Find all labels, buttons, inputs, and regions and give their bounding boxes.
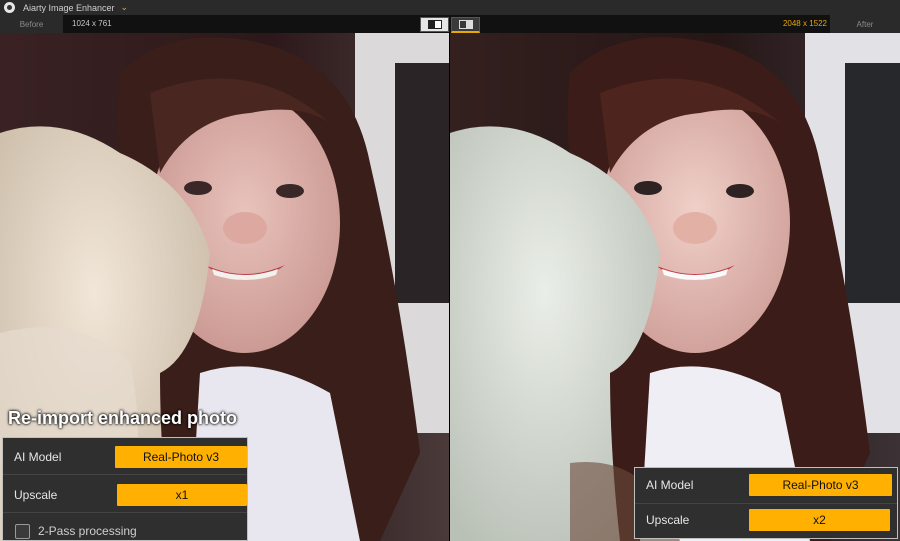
title-bar: Aiarty Image Enhancer ⌄ xyxy=(0,0,900,15)
upscale-select[interactable]: x2 xyxy=(749,509,890,531)
before-settings-panel: AI Model Real-Photo v3 Upscale x1 2-Pass… xyxy=(2,437,248,541)
ai-model-label: AI Model xyxy=(14,450,62,464)
two-pass-label: 2-Pass processing xyxy=(38,524,137,538)
divider xyxy=(3,474,247,475)
after-tab[interactable]: After xyxy=(830,15,900,33)
ai-model-row: AI Model Real-Photo v3 xyxy=(635,470,897,500)
after-image-pane[interactable] xyxy=(450,33,900,541)
after-photo xyxy=(450,33,900,541)
divider xyxy=(635,503,897,504)
ai-model-label: AI Model xyxy=(646,478,694,492)
side-by-side-button[interactable] xyxy=(451,17,480,33)
upscale-row: Upscale x2 xyxy=(635,505,897,535)
ai-model-row: AI Model Real-Photo v3 xyxy=(3,442,247,472)
after-dimensions: 2048 x 1522 xyxy=(782,19,827,28)
side-by-side-icon xyxy=(458,20,473,29)
upscale-label: Upscale xyxy=(646,513,690,527)
divider xyxy=(3,512,247,513)
compare-bar: Before 1024 x 761 2048 x 1522 After xyxy=(0,15,900,33)
upscale-select[interactable]: x1 xyxy=(117,484,247,506)
ai-model-select[interactable]: Real-Photo v3 xyxy=(749,474,892,496)
upscale-label: Upscale xyxy=(14,488,58,502)
two-pass-checkbox[interactable] xyxy=(15,524,30,539)
app-logo-icon xyxy=(4,2,15,13)
app-title: Aiarty Image Enhancer xyxy=(23,2,115,13)
before-tab[interactable]: Before xyxy=(0,15,63,33)
split-view-button[interactable] xyxy=(420,17,449,32)
ai-model-select[interactable]: Real-Photo v3 xyxy=(115,446,247,468)
split-view-icon xyxy=(427,20,442,29)
before-dimensions: 1024 x 761 xyxy=(72,19,112,28)
upscale-row: Upscale x1 xyxy=(3,480,247,510)
reimport-caption: Re-import enhanced photo xyxy=(8,408,237,428)
after-settings-panel: AI Model Real-Photo v3 Upscale x2 xyxy=(634,467,898,539)
view-mode-toggle xyxy=(419,16,481,33)
chevron-down-icon[interactable]: ⌄ xyxy=(121,3,129,12)
